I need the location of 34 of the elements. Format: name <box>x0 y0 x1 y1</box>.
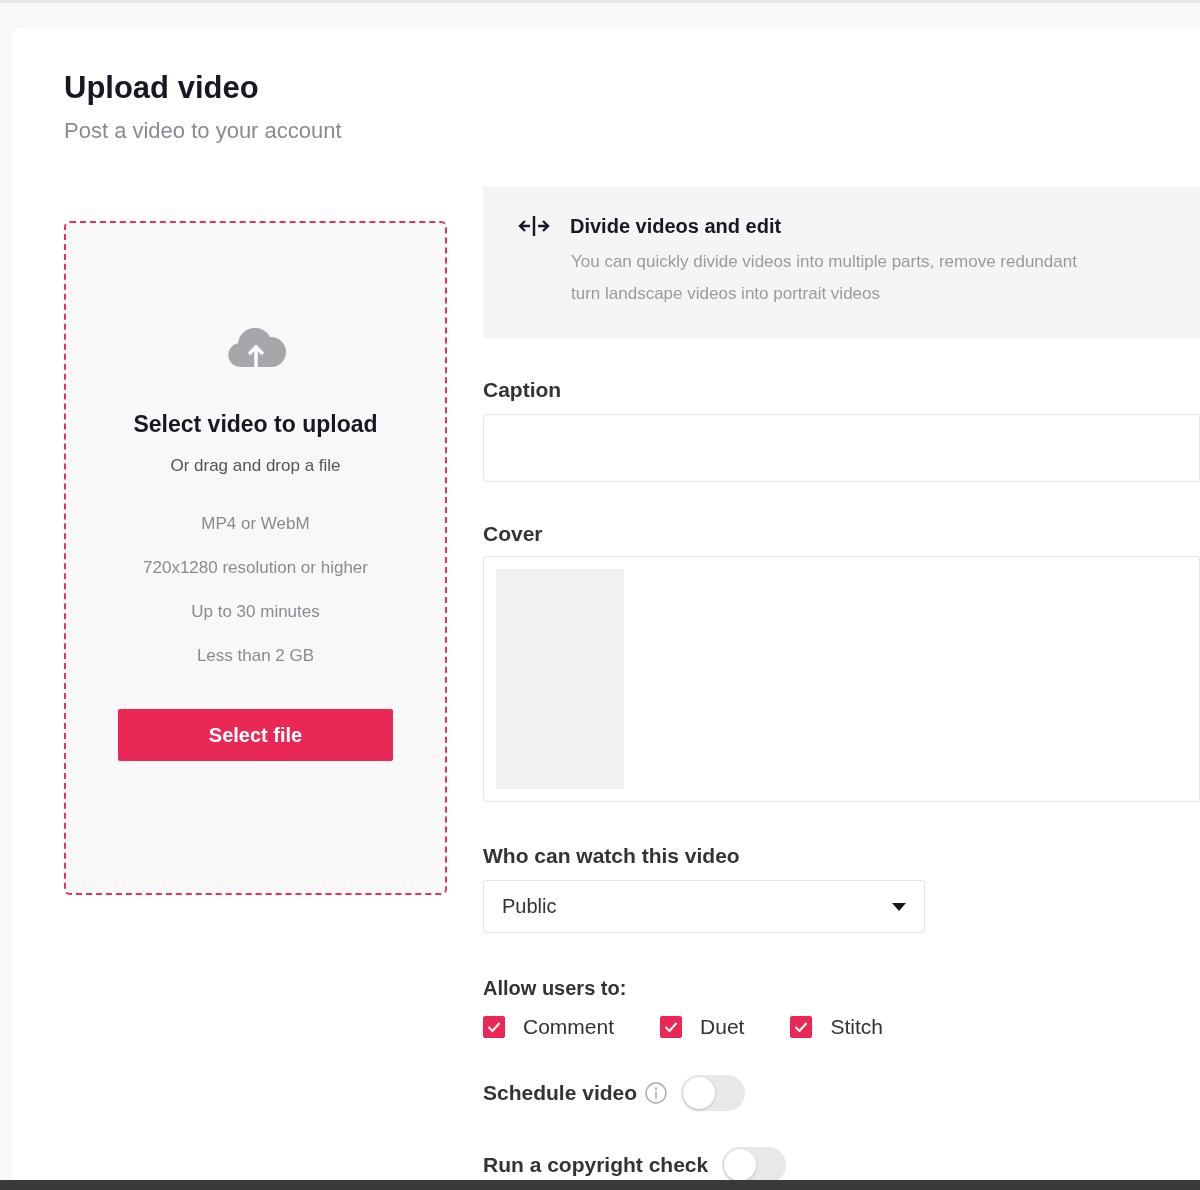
caption-label: Caption <box>483 377 563 403</box>
checkmark-icon <box>664 1021 679 1033</box>
caption-field[interactable] <box>483 414 1200 482</box>
requirement-text: 720x1280 resolution or higher <box>143 557 368 579</box>
caret-icon <box>892 902 906 911</box>
checkbox[interactable] <box>660 1016 683 1038</box>
permissions-label: Allow users to: <box>483 976 628 1001</box>
toggle-label: Schedule video <box>483 1081 638 1105</box>
tip-text: turn landscape videos into portrait videos <box>571 283 881 305</box>
select-file-button[interactable]: Select file <box>118 709 393 761</box>
page-subtitle: Post a video to your account <box>64 117 343 145</box>
requirement-text: Less than 2 GB <box>196 645 315 667</box>
requirement-text: MP4 or WebM <box>201 513 310 535</box>
tip-title: Divide videos and edit <box>570 214 782 239</box>
checkmark-icon <box>487 1021 501 1033</box>
checkbox[interactable] <box>483 1016 505 1038</box>
requirement-text: Up to 30 minutes <box>191 601 320 623</box>
checkbox-label: Duet <box>700 1015 745 1039</box>
upload-dropzone[interactable]: Select video to upload Or drag and drop a file MP4 or WebM 720x1280 resolution or higher Up to 30 minutes Less than 2 GB Select file <box>64 221 447 895</box>
upload-title: Select video to upload <box>133 410 378 439</box>
toggle-label: Run a copyright check <box>483 1153 709 1177</box>
cover-label: Cover <box>483 521 544 547</box>
checkbox-label: Stitch <box>830 1015 883 1039</box>
page-title: Upload video <box>64 69 260 107</box>
visibility-dropdown[interactable]: Public <box>483 880 925 933</box>
visibility-label: Who can watch this video <box>483 843 741 869</box>
split-icon <box>518 214 550 238</box>
checkmark-icon <box>794 1021 809 1033</box>
checkbox[interactable] <box>790 1016 813 1038</box>
tip-text: You can quickly divide videos into multiple parts, remove redundant <box>571 251 1078 273</box>
toggle-switch[interactable] <box>722 1147 787 1183</box>
upload-hint: Or drag and drop a file <box>170 455 341 477</box>
checkbox-label: Comment <box>523 1015 615 1039</box>
toggle-switch[interactable] <box>681 1075 746 1111</box>
